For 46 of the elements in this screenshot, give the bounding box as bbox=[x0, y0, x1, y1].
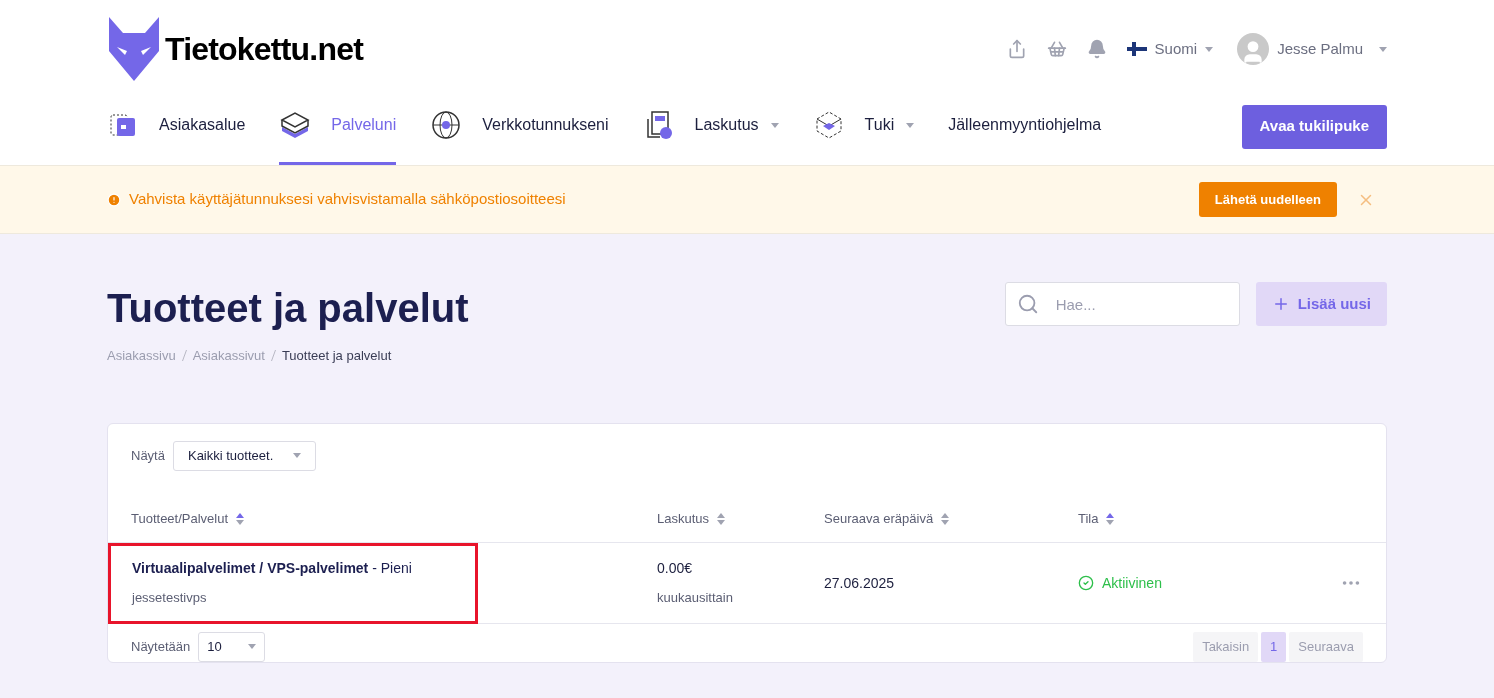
search-field[interactable]: Hae... bbox=[1004, 282, 1240, 326]
caret-icon bbox=[770, 122, 779, 128]
filter-label: Näytä bbox=[131, 446, 165, 465]
column-header[interactable]: Tila bbox=[1078, 509, 1363, 529]
product-name: Virtuaalipalvelimet / VPS-palvelimet - Pieni bbox=[132, 559, 413, 579]
column-header[interactable]: Tuotteet/Palvelut bbox=[131, 509, 657, 529]
check-circle-icon bbox=[1078, 575, 1094, 591]
open-ticket-button[interactable]: Avaa tukilipuke bbox=[1241, 104, 1387, 149]
status-label: Aktiivinen bbox=[1078, 572, 1162, 594]
filter-dropdown[interactable]: Kaikki tuotteet. bbox=[172, 440, 317, 471]
nav-tab[interactable]: Tuki bbox=[812, 88, 915, 165]
caret-icon bbox=[1379, 46, 1387, 52]
warning-icon bbox=[107, 192, 121, 207]
language-dropdown[interactable]: Suomi bbox=[1126, 37, 1214, 61]
billing-cycle: kuukausittain bbox=[657, 589, 734, 608]
column-header[interactable]: Laskutus bbox=[657, 509, 824, 529]
fox-logo-icon bbox=[107, 17, 161, 81]
breadcrumb-link[interactable]: Tuotteet ja palvelut bbox=[281, 346, 392, 366]
caret-icon bbox=[293, 453, 302, 458]
caret-icon bbox=[906, 122, 915, 128]
nav-tab[interactable]: Asiakasalue bbox=[107, 88, 246, 165]
basket-icon[interactable] bbox=[1046, 39, 1067, 59]
breadcrumb-separator-icon bbox=[270, 350, 276, 362]
due-date: 27.06.2025 bbox=[824, 573, 896, 593]
brand-name[interactable]: Tietokettu.net bbox=[165, 25, 363, 73]
globe-icon bbox=[430, 109, 463, 141]
alert-message: Vahvista käyttäjätunnuksesi vahvisvistamalla sähköpostiosoitteesi bbox=[129, 189, 566, 210]
hostname: jessetestivps bbox=[132, 589, 208, 608]
caret-icon bbox=[1205, 46, 1214, 52]
price: 0.00€ bbox=[657, 559, 694, 579]
avatar-icon bbox=[1237, 33, 1270, 65]
caret-icon bbox=[247, 644, 256, 649]
page-size-label: Näytetään bbox=[131, 637, 191, 656]
server-icon bbox=[279, 109, 312, 141]
column-header[interactable]: Seuraava eräpäivä bbox=[824, 509, 1078, 529]
breadcrumb-separator-icon bbox=[181, 350, 187, 362]
bell-icon[interactable] bbox=[1086, 39, 1107, 59]
nav-tab[interactable]: Laskutus bbox=[642, 88, 779, 165]
user-menu[interactable]: Jesse Palmu bbox=[1237, 33, 1387, 65]
nav-tab[interactable]: Verkkotunnukseni bbox=[430, 88, 609, 165]
product-cell[interactable]: Virtuaalipalvelimet / VPS-palvelimet - Pieni jessetestivps bbox=[108, 542, 478, 624]
page-title: Tuotteet ja palvelut bbox=[107, 285, 469, 332]
page-size-dropdown[interactable]: 10 bbox=[198, 631, 265, 662]
nav-tab[interactable]: Jälleenmyyntiohjelma bbox=[948, 88, 1102, 165]
search-icon bbox=[1016, 293, 1039, 315]
finnish-flag-icon bbox=[1126, 42, 1147, 56]
